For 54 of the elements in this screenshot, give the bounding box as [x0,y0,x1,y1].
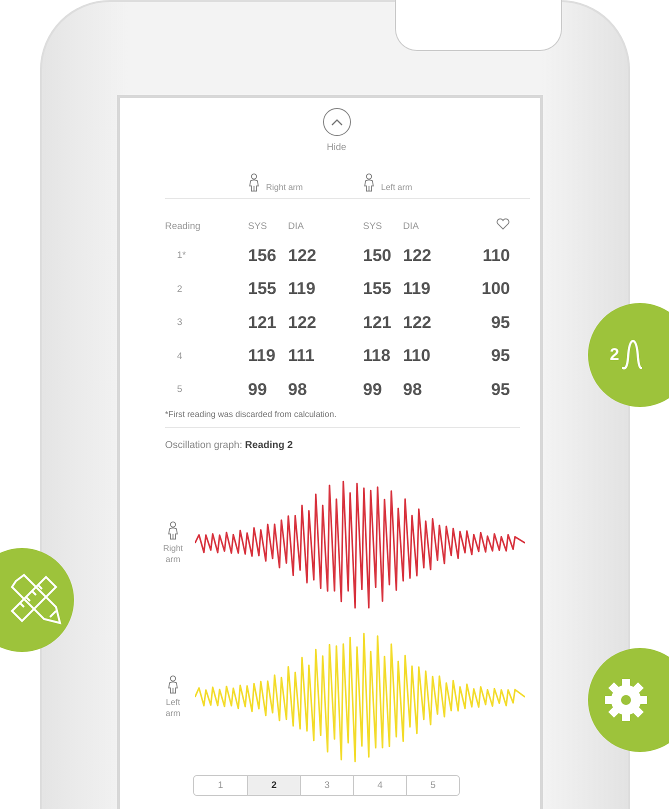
table-cell-text: 122 [288,312,318,333]
table-cell-text: 122 [403,312,432,333]
table-cell-text: 95 [490,312,510,333]
reading-number: 3 [176,317,184,328]
table-cell-text: 119 [248,346,276,366]
table-cell-text: 99 [248,380,268,400]
reading-number: 5 [176,384,184,396]
footnote: *First reading was discarded from calculation. [165,408,520,428]
table-cell-text: 110 [482,246,510,266]
reading-number: 1* [176,250,187,262]
person-icon [248,173,260,192]
badge-number: 2 [610,345,620,365]
page-tab[interactable]: 2 [247,776,300,794]
table-cell-text: 119 [288,279,316,300]
table-cell-text: 119 [403,279,432,300]
person-icon [167,675,179,694]
reading-number: 2 [176,284,184,295]
table-cell-text: 121 [363,312,392,333]
chevron-up-icon [330,118,342,126]
table-cell-text: 95 [490,346,510,366]
table-cell-text: 110 [403,346,432,366]
reading-number: 4 [176,350,184,362]
table-cell-text: 122 [403,246,432,266]
page-tab[interactable]: 5 [406,776,459,794]
table-cell-text: 122 [288,246,318,266]
hide-label: Hide [326,142,346,153]
table-cell-text: 155 [248,279,278,300]
table-cell-text: 98 [403,380,423,400]
table-cell-text: 100 [480,279,510,300]
table-cell-text: 99 [363,380,383,400]
arm-label: Left arm [164,697,182,718]
pulse-icon [622,338,642,372]
person-icon [167,521,179,540]
table-cell-text: 98 [288,380,308,400]
column-header: SYS [248,220,268,232]
hide-button[interactable] [322,108,350,136]
column-header: DIA [403,220,420,232]
column-header: DIA [288,220,305,232]
arm-label: Right arm [162,543,184,564]
table-cell-text: 111 [288,346,316,366]
table-cell-text: 150 [363,246,392,266]
table-cell-text: 95 [490,380,510,400]
arm-label: Left arm [381,182,412,192]
heart-icon [496,218,510,230]
column-header: SYS [363,220,384,232]
settings-icon [605,679,647,721]
arm-label: Right arm [266,182,303,192]
table-cell-text: 118 [363,346,392,366]
table-cell-text: 121 [248,312,278,333]
oscillation-graph-title: Oscillation graph: Reading 2 [165,440,294,450]
table-cell-text: 155 [363,279,392,300]
column-header: Reading [165,220,202,232]
table-cell-text: 156 [248,246,278,266]
person-icon [363,173,375,192]
